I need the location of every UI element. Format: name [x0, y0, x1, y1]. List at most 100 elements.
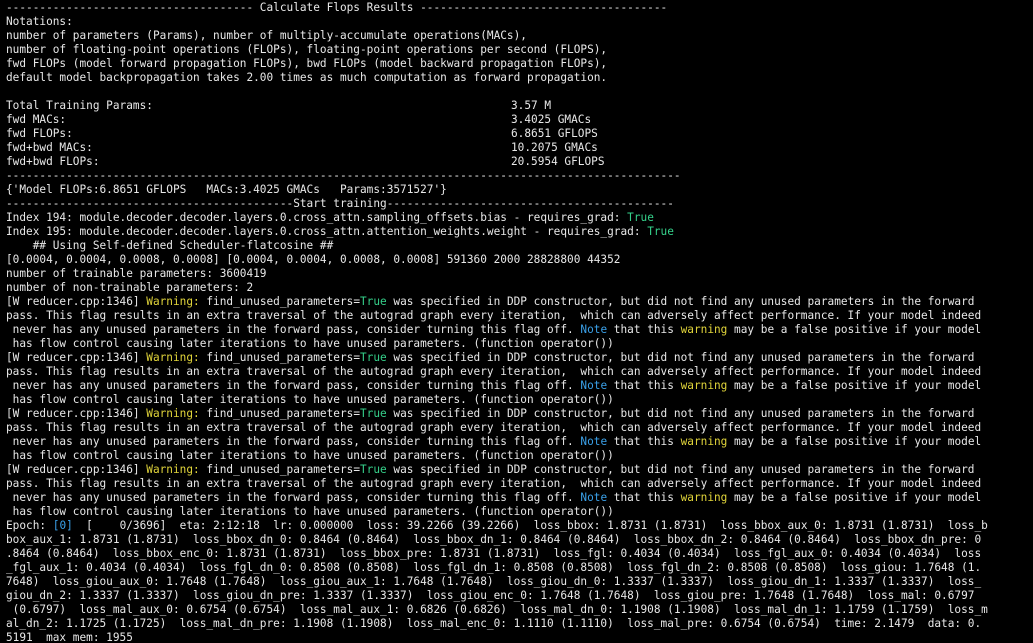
start-training-banner: ----------------------------------------…: [6, 197, 674, 210]
epoch-number: [0]: [52, 519, 73, 532]
warning-text: was specified in DDP constructor, but di…: [386, 407, 975, 420]
warning-word: warning: [680, 379, 728, 392]
warning-label: Warning:: [146, 295, 200, 308]
warning-text: find_unused_parameters=: [199, 407, 360, 420]
warning-text: never has any unused parameters in the f…: [6, 323, 581, 336]
stat-total-params: Total Training Params: 3.57 M: [6, 99, 1033, 113]
warning-label: Warning:: [146, 463, 200, 476]
warning-text: find_unused_parameters=: [199, 351, 360, 364]
warning-text: that this: [607, 323, 681, 336]
warning-text: never has any unused parameters in the f…: [6, 491, 581, 504]
epoch-stats: [ 0/3696] eta: 2:12:18 lr: 0.000000 loss…: [72, 519, 988, 532]
warning-text: may be a false positive if your model: [727, 435, 982, 448]
epoch-line: Epoch: [0] [ 0/3696] eta: 2:12:18 lr: 0.…: [6, 519, 1033, 533]
warning-line: has flow control causing later iteration…: [6, 393, 614, 406]
stat-label: fwd MACs:: [6, 113, 67, 126]
epoch-label: Epoch:: [6, 519, 53, 532]
requires-grad-line: Index 195: module.decoder.decoder.layers…: [6, 225, 1033, 239]
warning-line: has flow control causing later iteration…: [6, 337, 614, 350]
note-label: Note: [580, 435, 608, 448]
epoch-stats-line: 7648) loss_giou_aux_0: 1.7648 (1.7648) l…: [6, 575, 982, 588]
notation-line: default model backpropagation takes 2.00…: [6, 71, 608, 84]
warning-text: may be a false positive if your model: [727, 379, 982, 392]
epoch-stats-line: 5191 max mem: 1955: [6, 631, 133, 643]
ddp-warning-block: [W reducer.cpp:1346] Warning: find_unuse…: [6, 407, 1033, 463]
epoch-stats-line: .8464 (0.8464) loss_bbox_enc_0: 1.8731 (…: [6, 547, 982, 560]
warning-line: [W reducer.cpp:1346] Warning: find_unuse…: [6, 295, 1033, 309]
warning-text: never has any unused parameters in the f…: [6, 435, 581, 448]
warning-prefix: [W reducer.cpp:1346]: [6, 407, 147, 420]
warning-line: pass. This flag results in an extra trav…: [6, 309, 982, 322]
note-label: Note: [580, 491, 608, 504]
flops-header: ------------------------------------- Ca…: [6, 1, 668, 14]
warning-label: Warning:: [146, 351, 200, 364]
stat-label: fwd+bwd FLOPs:: [6, 155, 100, 168]
warning-line: pass. This flag results in an extra trav…: [6, 477, 982, 490]
warning-text: never has any unused parameters in the f…: [6, 379, 581, 392]
warning-prefix: [W reducer.cpp:1346]: [6, 295, 147, 308]
stat-value: 10.2075 GMACs: [511, 141, 598, 154]
ddp-warning-block: [W reducer.cpp:1346] Warning: find_unuse…: [6, 295, 1033, 351]
notation-line: number of floating-point operations (FLO…: [6, 43, 608, 56]
warning-word: warning: [680, 491, 728, 504]
warning-label: Warning:: [146, 407, 200, 420]
epoch-stats-line: (0.6797) loss_mal_aux_0: 0.6754 (0.6754)…: [6, 603, 988, 616]
stat-label: fwd+bwd MACs:: [6, 141, 93, 154]
ddp-warning-block: [W reducer.cpp:1346] Warning: find_unuse…: [6, 351, 1033, 407]
trainable-params-line: number of trainable parameters: 3600419: [6, 267, 267, 280]
notation-line: fwd FLOPs (model forward propagation FLO…: [6, 57, 608, 70]
stat-label: fwd FLOPs:: [6, 127, 73, 140]
stat-value: 20.5954 GFLOPS: [511, 155, 605, 168]
stat-fwd-macs: fwd MACs: 3.4025 GMACs: [6, 113, 1033, 127]
ddp-warning-block: [W reducer.cpp:1346] Warning: find_unuse…: [6, 463, 1033, 519]
epoch-log: Epoch: [0] [ 0/3696] eta: 2:12:18 lr: 0.…: [6, 519, 1033, 643]
stat-label: Total Training Params:: [6, 99, 153, 112]
warning-text: was specified in DDP constructor, but di…: [386, 351, 975, 364]
warning-line: [W reducer.cpp:1346] Warning: find_unuse…: [6, 463, 1033, 477]
true-flag: True: [360, 351, 387, 364]
warning-text: was specified in DDP constructor, but di…: [386, 295, 975, 308]
warning-line: never has any unused parameters in the f…: [6, 379, 1033, 393]
epoch-stats-line: box_aux_1: 1.8731 (1.8731) loss_bbox_dn_…: [6, 533, 982, 546]
warning-prefix: [W reducer.cpp:1346]: [6, 463, 147, 476]
stat-value: 3.4025 GMACs: [511, 113, 592, 126]
stat-fwdbwd-flops: fwd+bwd FLOPs: 20.5954 GFLOPS: [6, 155, 1033, 169]
stat-fwdbwd-macs: fwd+bwd MACs: 10.2075 GMACs: [6, 141, 1033, 155]
flops-summary: {'Model FLOPs:6.8651 GFLOPS MACs:3.4025 …: [6, 183, 447, 196]
true-flag: True: [647, 225, 674, 238]
epoch-stats-line: al_dn_2: 1.1725 (1.1725) loss_mal_dn_pre…: [6, 617, 982, 630]
notation-line: number of parameters (Params), number of…: [6, 29, 527, 42]
warning-line: has flow control causing later iteration…: [6, 449, 614, 462]
warning-line: [W reducer.cpp:1346] Warning: find_unuse…: [6, 407, 1033, 421]
index-text: Index 195: module.decoder.decoder.layers…: [6, 225, 648, 238]
warning-prefix: [W reducer.cpp:1346]: [6, 351, 147, 364]
lr-line: [0.0004, 0.0004, 0.0008, 0.0008] [0.0004…: [6, 253, 621, 266]
warning-text: that this: [607, 379, 681, 392]
warning-text: find_unused_parameters=: [199, 295, 360, 308]
index-text: Index 194: module.decoder.decoder.layers…: [6, 211, 628, 224]
warning-text: that this: [607, 491, 681, 504]
warning-line: [W reducer.cpp:1346] Warning: find_unuse…: [6, 351, 1033, 365]
note-label: Note: [580, 379, 608, 392]
warning-line: pass. This flag results in an extra trav…: [6, 421, 982, 434]
true-flag: True: [360, 407, 387, 420]
warning-line: never has any unused parameters in the f…: [6, 323, 1033, 337]
warning-text: that this: [607, 435, 681, 448]
epoch-stats-line: _fgl_aux_1: 0.4034 (0.4034) loss_fgl_dn_…: [6, 561, 982, 574]
true-flag: True: [360, 295, 387, 308]
stat-value: 3.57 M: [511, 99, 552, 112]
terminal-output[interactable]: ------------------------------------- Ca…: [0, 0, 1033, 643]
note-label: Note: [580, 323, 608, 336]
warning-word: warning: [680, 435, 728, 448]
stat-value: 6.8651 GFLOPS: [511, 127, 598, 140]
warning-line: pass. This flag results in an extra trav…: [6, 365, 982, 378]
warning-line: never has any unused parameters in the f…: [6, 491, 1033, 505]
true-flag: True: [627, 211, 654, 224]
warning-text: may be a false positive if your model: [727, 323, 982, 336]
warning-line: never has any unused parameters in the f…: [6, 435, 1033, 449]
warning-text: may be a false positive if your model: [727, 491, 982, 504]
warning-text: was specified in DDP constructor, but di…: [386, 463, 975, 476]
true-flag: True: [360, 463, 387, 476]
stat-fwd-flops: fwd FLOPs: 6.8651 GFLOPS: [6, 127, 1033, 141]
